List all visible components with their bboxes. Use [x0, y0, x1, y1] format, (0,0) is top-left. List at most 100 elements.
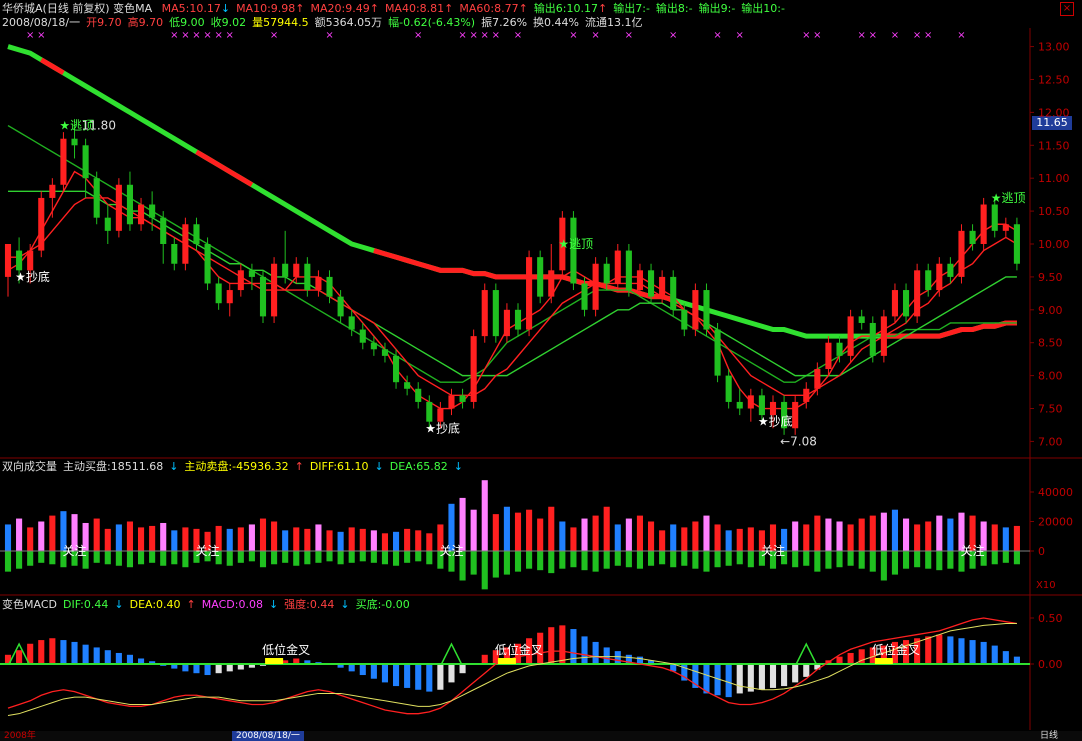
candle-body: [836, 342, 843, 356]
gold-cross-label: 低位金叉: [872, 642, 920, 657]
macd-bar: [348, 664, 355, 672]
ma20-line: [8, 190, 1017, 377]
candle-body: [581, 283, 588, 310]
signal-marker-icon: ×: [458, 30, 466, 41]
candle-body: [448, 395, 455, 409]
candle-body: [149, 204, 156, 218]
macd-bar: [437, 664, 444, 690]
chart-canvas[interactable]: 7.00 7.50 8.00 8.50 9.00 9.50 10.00 10.50 11.00 1…: [0, 0, 1082, 741]
volume-sell-bar: [4, 551, 12, 572]
candle-body: [592, 263, 599, 310]
signal-marker-icon: ×: [325, 30, 333, 41]
attention-mark: 关注: [761, 543, 785, 558]
macd-bar: [581, 636, 588, 664]
signal-marker-icon: ×: [802, 30, 810, 41]
volume-sell-bar: [880, 551, 887, 581]
volume-sell-bar: [404, 551, 411, 563]
candle-body: [93, 178, 100, 218]
macd-bar: [49, 638, 56, 664]
cursor-date: 2008/08/18/一: [232, 731, 304, 741]
candle-body: [337, 296, 344, 317]
macd-bar: [769, 664, 777, 688]
chart-annotation: ★抄底: [758, 414, 793, 429]
volume-sell-bar: [171, 551, 178, 565]
year-label: 2008年: [4, 731, 36, 741]
candle-body: [692, 290, 699, 330]
volume-sell-bar: [104, 551, 111, 565]
y-tick-label: 9.00: [1038, 304, 1063, 317]
macd-bar: [370, 664, 377, 679]
volume-sell-bar: [548, 551, 555, 574]
signal-marker-icon: ×: [869, 30, 877, 41]
signal-marker-icon: ×: [270, 30, 278, 41]
candle-body: [259, 276, 267, 317]
signal-marker-icon: ×: [181, 30, 189, 41]
gold-cross-label: 低位金叉: [262, 642, 310, 657]
y-tick-label: 7.00: [1038, 435, 1063, 448]
volume-buy-bar: [27, 527, 34, 551]
candle-body: [936, 263, 943, 291]
candle-body: [226, 290, 233, 304]
volume-buy-bar: [315, 524, 322, 551]
y-tick-label: 12.00: [1038, 106, 1070, 119]
volume-sell-bar: [581, 551, 588, 571]
volume-sell-bar: [415, 551, 422, 562]
macd-bar: [847, 652, 854, 664]
signal-marker-icon: ×: [913, 30, 921, 41]
candle-body: [526, 257, 533, 330]
volume-buy-bar: [636, 515, 644, 551]
volume-sell-bar: [725, 551, 732, 566]
volume-sell-bar: [625, 551, 632, 568]
candle-body: [271, 263, 278, 317]
volume-sell-bar: [991, 551, 998, 565]
volume-sell-bar: [925, 551, 932, 569]
candle-body: [758, 395, 765, 416]
candle-body: [426, 401, 433, 422]
volume-buy-bar: [614, 524, 621, 551]
y-tick-label: 9.50: [1038, 271, 1063, 284]
y-tick-label: 0.50: [1038, 612, 1063, 625]
volume-sell-bar: [93, 551, 100, 563]
volume-buy-bar: [714, 524, 721, 551]
ma40-line: [7, 124, 1017, 383]
volume-sell-bar: [659, 551, 666, 565]
candle-body: [304, 263, 311, 291]
candle-body: [814, 369, 821, 389]
candle-body: [625, 250, 632, 291]
candle-body: [237, 270, 244, 291]
signal-marker-icon: ×: [481, 30, 489, 41]
volume-sell-bar: [570, 551, 577, 568]
volume-sell-bar: [470, 551, 477, 575]
candle-body: [647, 270, 655, 297]
signal-marker-icon: ×: [924, 30, 932, 41]
volume-buy-bar: [537, 518, 544, 551]
chart-annotation: ★逃顶: [558, 237, 593, 251]
candle-body: [481, 290, 488, 337]
volume-buy-bar: [348, 527, 355, 551]
volume-buy-bar: [858, 518, 865, 551]
candle-body: [1013, 224, 1020, 264]
volume-sell-bar: [614, 551, 621, 566]
volume-buy-bar: [869, 515, 876, 551]
time-axis-bar[interactable]: 2008年 2008/08/18/一 日线: [0, 731, 1082, 741]
volume-sell-bar: [647, 551, 655, 566]
macd-bar: [836, 656, 843, 664]
period-mode[interactable]: 日线: [1040, 731, 1058, 741]
candle-body: [282, 263, 289, 277]
volume-buy-bar: [803, 524, 810, 551]
volume-sell-bar: [381, 551, 389, 565]
volume-buy-bar: [692, 521, 699, 551]
volume-buy-bar: [736, 528, 743, 551]
volume-buy-bar: [326, 530, 333, 551]
volume-sell-bar: [836, 551, 843, 568]
candle-body: [891, 290, 899, 317]
volume-buy-bar: [891, 509, 899, 551]
signal-marker-icon: ×: [591, 30, 599, 41]
volume-buy-bar: [481, 480, 488, 551]
volume-buy-bar: [647, 521, 655, 551]
macd-bar: [60, 640, 67, 664]
macd-bar: [392, 664, 400, 687]
volume-sell-bar: [304, 551, 311, 565]
signal-marker-icon: ×: [469, 30, 477, 41]
volume-buy-bar: [248, 524, 255, 551]
